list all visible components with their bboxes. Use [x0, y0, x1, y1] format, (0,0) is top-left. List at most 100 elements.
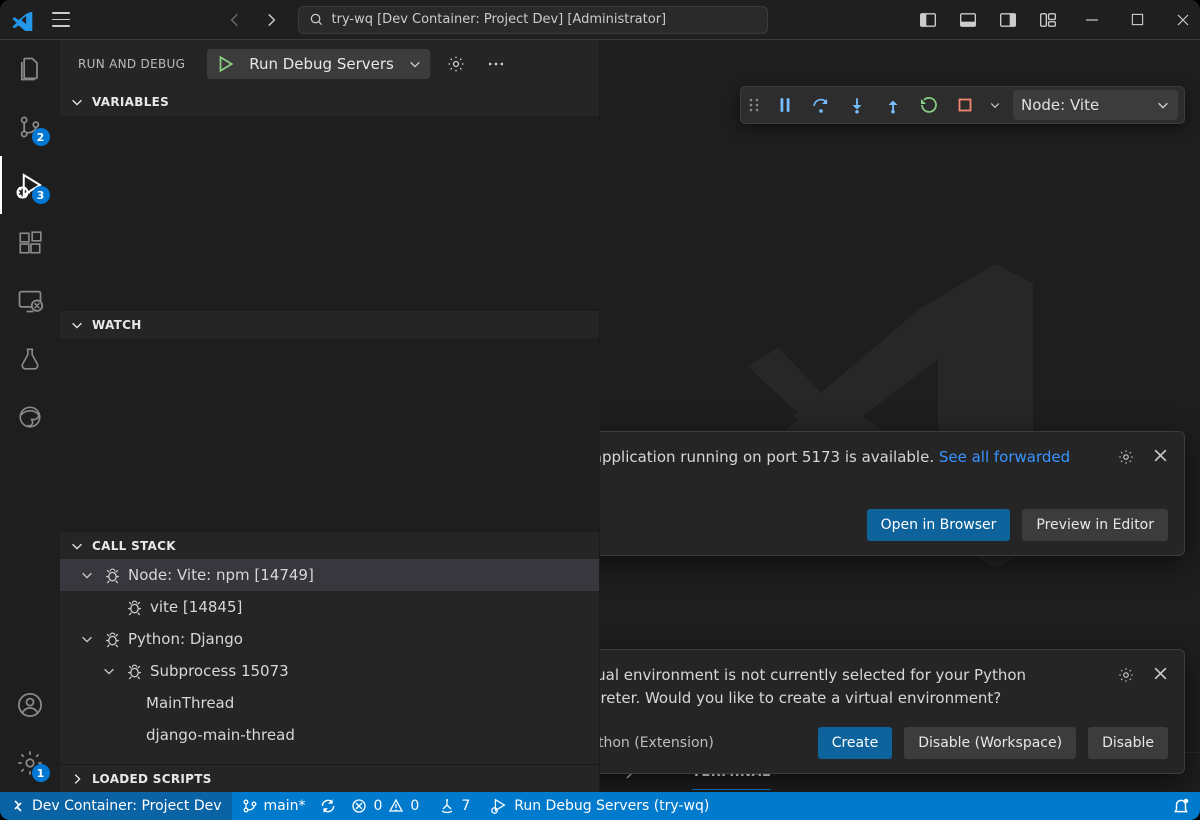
- activity-bar: 2 3 1: [0, 40, 60, 792]
- status-bar: Dev Container: Project Dev main* 0 0 7 R…: [0, 792, 1200, 820]
- layout-panel-icon[interactable]: [959, 11, 977, 29]
- callstack-body: Node: Vite: npm [14749]vite [14845] Pytho…: [60, 559, 599, 764]
- callstack-row[interactable]: vite [14845]: [60, 591, 599, 623]
- activity-extensions[interactable]: [0, 214, 60, 272]
- bug-icon: [102, 631, 122, 648]
- callstack-section-header[interactable]: CALL STACK: [60, 531, 599, 559]
- layout-primary-sidebar-icon[interactable]: [919, 11, 937, 29]
- debug-stop-button[interactable]: [949, 90, 981, 120]
- activity-accounts[interactable]: [0, 676, 60, 734]
- bug-icon: [124, 599, 144, 616]
- open-launch-json-button[interactable]: [442, 50, 470, 78]
- chevron-down-icon: [1156, 98, 1170, 112]
- callstack-row[interactable]: Python: Django: [60, 623, 599, 655]
- status-branch-label: main*: [264, 798, 306, 814]
- status-errors: 0: [373, 798, 382, 814]
- status-warnings: 0: [410, 798, 419, 814]
- debug-session-selector[interactable]: Node: Vite: [1013, 90, 1178, 120]
- create-venv-button[interactable]: Create: [818, 727, 893, 759]
- chevron-down-icon: [78, 632, 96, 646]
- notification-port-forward: Your application running on port 5173 is…: [600, 431, 1185, 556]
- activity-explorer[interactable]: [0, 40, 60, 98]
- drag-handle-icon[interactable]: [747, 97, 761, 113]
- chevron-down-icon: [68, 539, 86, 553]
- debug-step-over-button[interactable]: [805, 90, 837, 120]
- notification-settings-button[interactable]: [1117, 448, 1135, 466]
- status-ports[interactable]: 7: [429, 792, 480, 820]
- debug-session-label: Node: Vite: [1021, 96, 1099, 114]
- debug-step-out-button[interactable]: [877, 90, 909, 120]
- preview-in-editor-button[interactable]: Preview in Editor: [1022, 509, 1168, 541]
- callstack-row[interactable]: Node: Vite: npm [14749]: [60, 559, 599, 591]
- notification-message: Your application running on port 5173 is…: [600, 446, 1097, 491]
- status-remote[interactable]: Dev Container: Project Dev: [0, 792, 232, 820]
- callstack-row[interactable]: django-main-thread: [60, 719, 599, 751]
- command-center[interactable]: try-wq [Dev Container: Project Dev] [Adm…: [298, 6, 768, 34]
- notification-message: A virtual environment is not currently s…: [600, 664, 1097, 709]
- editor-area: Node: Vite TERMINAL Your application run…: [600, 40, 1200, 792]
- notification-close-button[interactable]: [1153, 448, 1168, 466]
- status-ports-count: 7: [461, 798, 470, 814]
- notification-close-button[interactable]: [1153, 666, 1168, 684]
- callstack-row[interactable]: MainThread: [60, 687, 599, 719]
- disable-workspace-button[interactable]: Disable (Workspace): [904, 727, 1076, 759]
- debug-pause-button[interactable]: [769, 90, 801, 120]
- variables-section-header[interactable]: VARIABLES: [60, 88, 599, 116]
- callstack-row-label: Python: Django: [128, 630, 243, 648]
- scm-badge: 2: [32, 128, 50, 146]
- loaded-scripts-section-header[interactable]: LOADED SCRIPTS: [60, 764, 599, 792]
- watch-section-header[interactable]: WATCH: [60, 310, 599, 338]
- layout-secondary-sidebar-icon[interactable]: [999, 11, 1017, 29]
- debug-toolbar: Node: Vite: [740, 86, 1185, 124]
- watch-label: WATCH: [92, 318, 142, 332]
- bug-icon: [124, 663, 144, 680]
- status-problems[interactable]: 0 0: [341, 792, 429, 820]
- nav-forward-button[interactable]: [262, 11, 280, 29]
- status-branch[interactable]: main*: [232, 792, 316, 820]
- watch-body: [60, 338, 599, 531]
- activity-run-debug[interactable]: 3: [0, 156, 60, 214]
- callstack-row[interactable]: Subprocess 15073: [60, 655, 599, 687]
- chevron-down-icon: [100, 664, 118, 678]
- window-maximize-button[interactable]: [1131, 13, 1144, 26]
- variables-label: VARIABLES: [92, 95, 169, 109]
- loaded-scripts-label: LOADED SCRIPTS: [92, 772, 212, 786]
- status-remote-label: Dev Container: Project Dev: [32, 798, 222, 814]
- callstack-row-label: MainThread: [146, 694, 234, 712]
- open-in-browser-button[interactable]: Open in Browser: [867, 509, 1011, 541]
- panel-more-button[interactable]: [482, 50, 510, 78]
- debug-step-into-button[interactable]: [841, 90, 873, 120]
- customize-layout-icon[interactable]: [1039, 11, 1057, 29]
- activity-edge-tools[interactable]: [0, 388, 60, 446]
- activity-manage[interactable]: 1: [0, 734, 60, 792]
- debug-config-selector[interactable]: Run Debug Servers: [207, 49, 430, 79]
- app-menu-button[interactable]: [52, 8, 74, 31]
- search-icon: [309, 12, 324, 27]
- chevron-down-icon: [68, 95, 86, 109]
- chevron-down-icon: [78, 568, 96, 582]
- status-debug-label: Run Debug Servers (try-wq): [514, 798, 709, 814]
- disable-button[interactable]: Disable: [1088, 727, 1168, 759]
- status-debug-session[interactable]: Run Debug Servers (try-wq): [480, 792, 719, 820]
- notification-python-env: A virtual environment is not currently s…: [600, 649, 1185, 774]
- settings-badge: 1: [32, 764, 50, 782]
- window-minimize-button[interactable]: [1085, 13, 1099, 27]
- nav-back-button[interactable]: [226, 11, 244, 29]
- activity-remote-explorer[interactable]: [0, 272, 60, 330]
- status-sync[interactable]: [315, 792, 341, 820]
- callstack-row-label: Subprocess 15073: [150, 662, 289, 680]
- window-close-button[interactable]: [1176, 13, 1190, 27]
- title-bar: try-wq [Dev Container: Project Dev] [Adm…: [0, 0, 1200, 40]
- variables-body: [60, 116, 599, 310]
- debug-restart-button[interactable]: [913, 90, 945, 120]
- callstack-label: CALL STACK: [92, 539, 176, 553]
- debug-config-label: Run Debug Servers: [241, 55, 402, 73]
- status-notifications-button[interactable]: [1162, 792, 1200, 820]
- activity-source-control[interactable]: 2: [0, 98, 60, 156]
- notification-settings-button[interactable]: [1117, 666, 1135, 684]
- activity-testing[interactable]: [0, 330, 60, 388]
- start-debug-button[interactable]: [209, 50, 241, 78]
- debug-stop-dropdown[interactable]: [985, 90, 1005, 120]
- chevron-down-icon[interactable]: [402, 57, 428, 71]
- callstack-row-label: django-main-thread: [146, 726, 295, 744]
